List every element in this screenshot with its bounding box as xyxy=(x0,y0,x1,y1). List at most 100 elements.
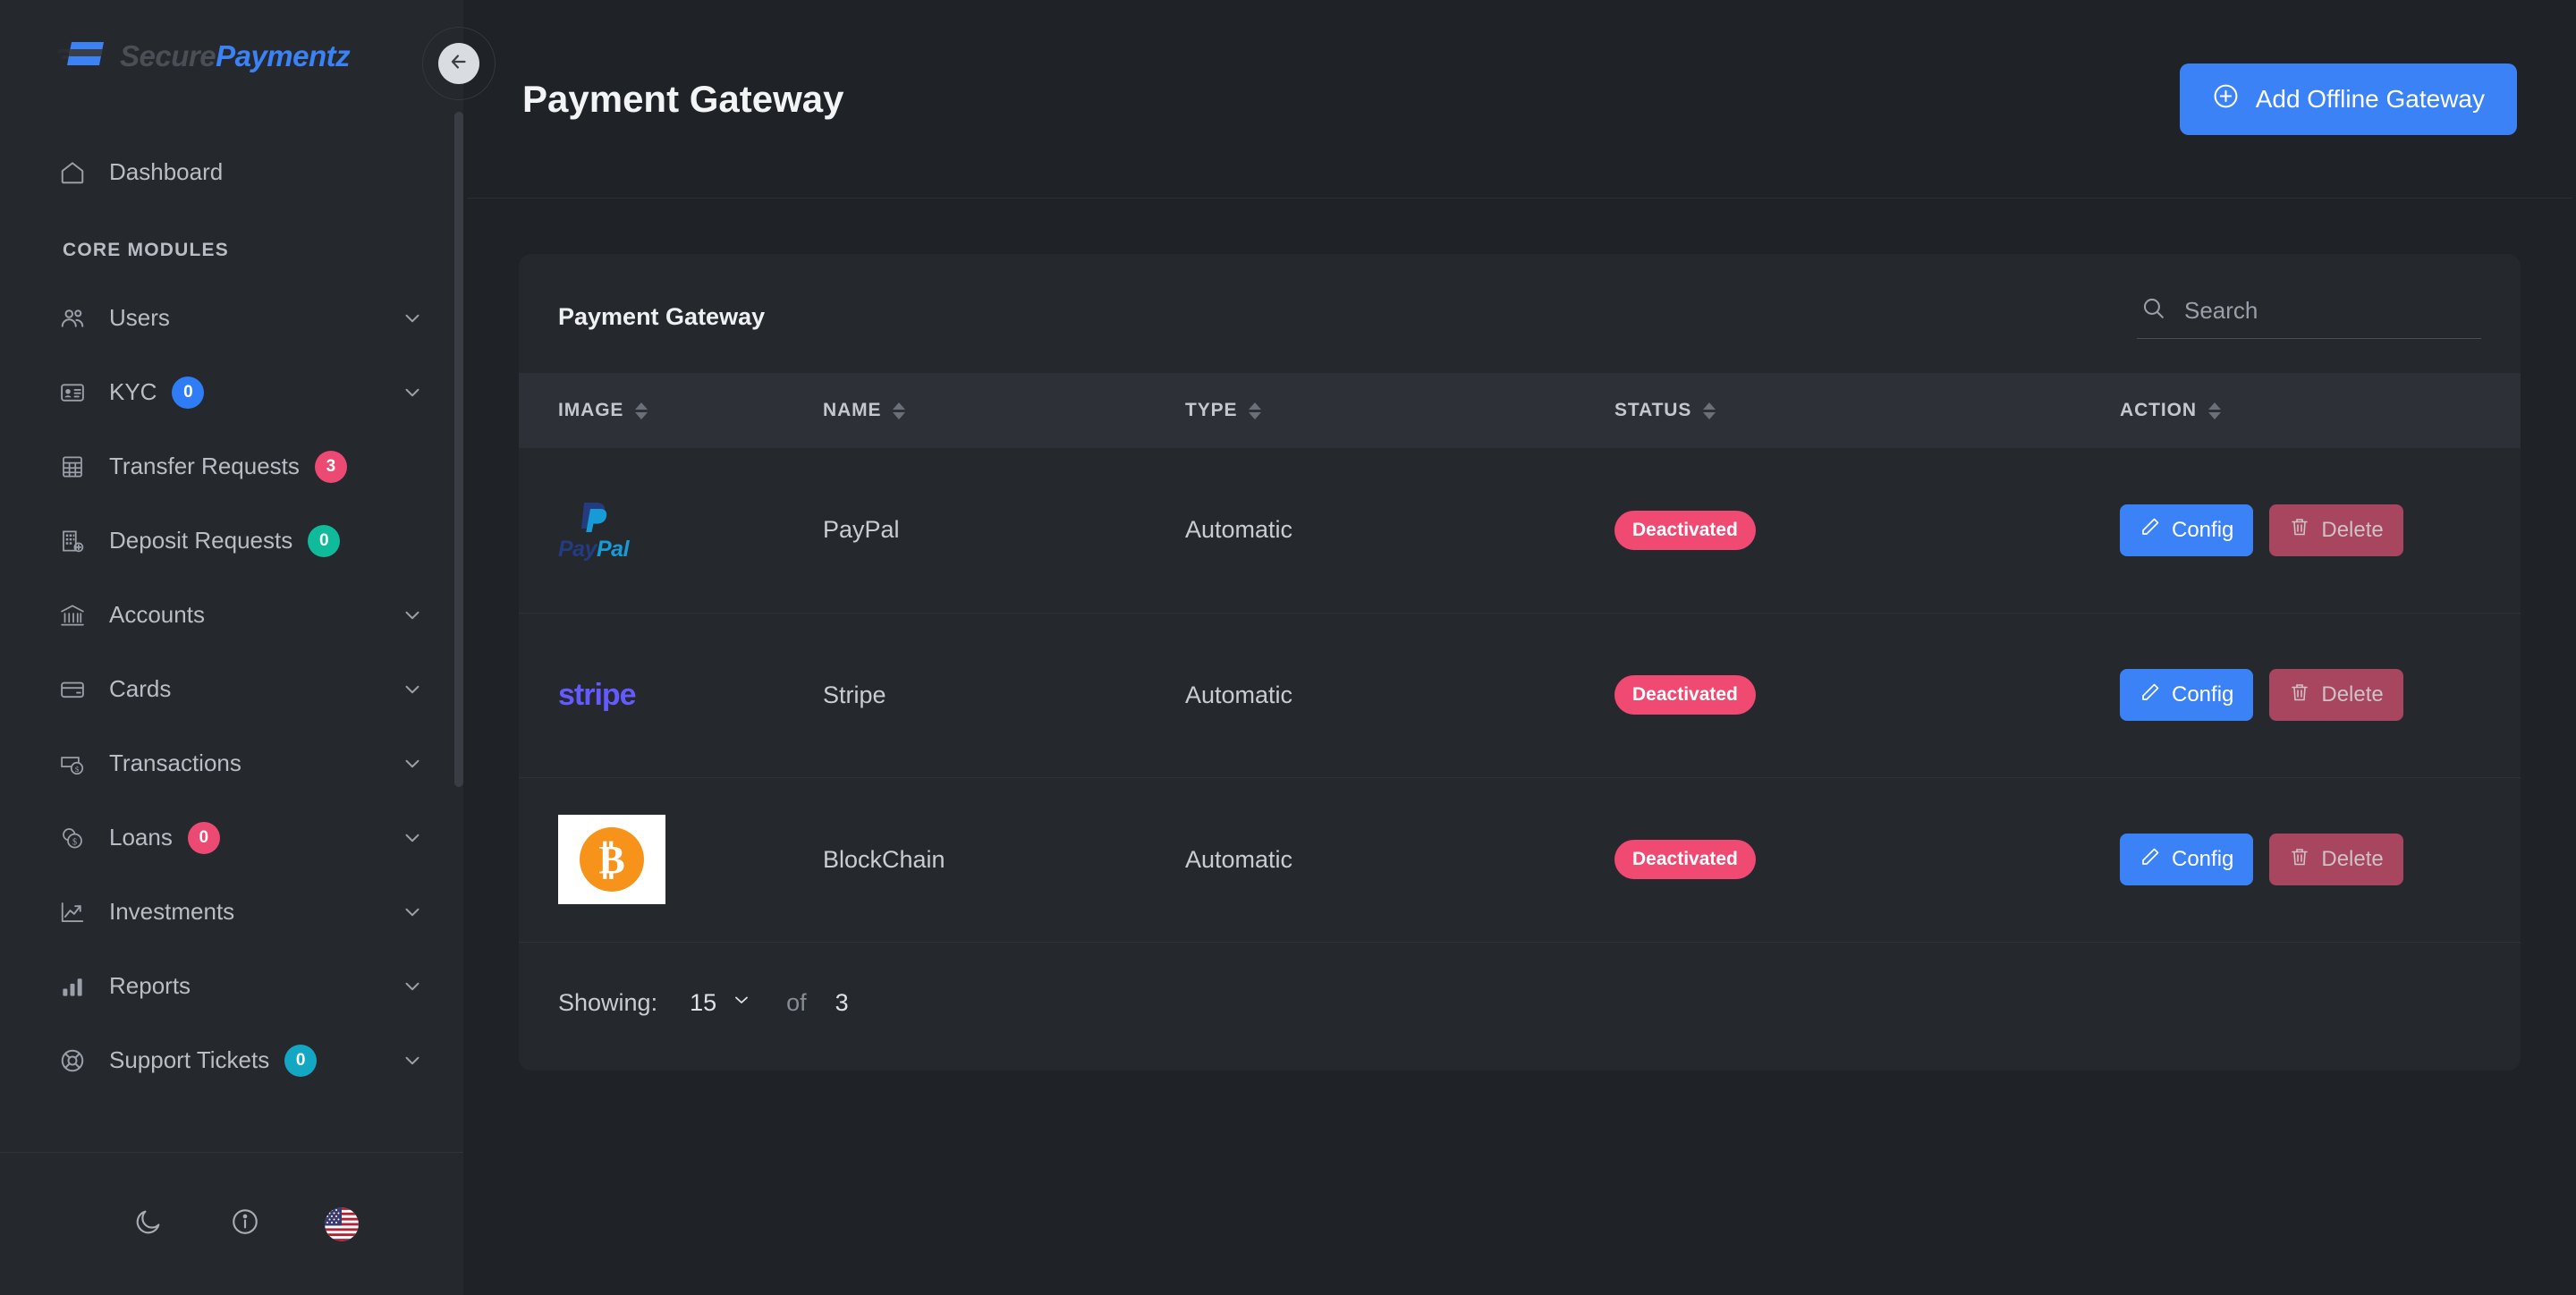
sidebar-badge-deposit-requests: 0 xyxy=(308,524,341,557)
page-size-value: 15 xyxy=(690,988,717,1016)
sidebar-item-dashboard[interactable]: Dashboard xyxy=(0,135,463,209)
cell-name: PayPal xyxy=(823,448,1185,614)
blockchain-logo-icon: ₿ xyxy=(558,815,823,904)
chevron-down-icon[interactable] xyxy=(401,752,424,775)
page-size-select[interactable]: 15 xyxy=(690,989,752,1017)
delete-button-label: Delete xyxy=(2321,682,2384,707)
chevron-down-icon[interactable] xyxy=(401,901,424,924)
sidebar-item-investments[interactable]: Investments xyxy=(0,875,463,949)
sidebar-item-label: Users xyxy=(109,304,170,331)
column-header-type-label: TYPE xyxy=(1185,400,1238,420)
credit-card-icon xyxy=(55,673,89,707)
sidebar-badge-support-tickets: 0 xyxy=(284,1044,318,1077)
status-badge: Deactivated xyxy=(1614,510,1756,550)
delete-button[interactable]: Delete xyxy=(2269,669,2403,721)
total-count: 3 xyxy=(835,988,849,1016)
chevron-down-icon[interactable] xyxy=(401,826,424,850)
config-button[interactable]: Config xyxy=(2120,834,2254,885)
us-flag-icon xyxy=(325,1206,359,1241)
svg-text:$: $ xyxy=(75,764,80,773)
sidebar-item-kyc[interactable]: KYC 0 xyxy=(0,355,463,429)
bar-chart-icon xyxy=(55,969,89,1003)
table-header-row: IMAGE NAME TYPE STATUS ACTION xyxy=(519,373,2521,448)
sidebar-item-transactions[interactable]: $ Transactions xyxy=(0,726,463,800)
search-input[interactable] xyxy=(2184,296,2478,325)
cell-status: Deactivated xyxy=(1614,613,2120,778)
info-button[interactable] xyxy=(197,1206,293,1241)
sidebar-item-support-tickets[interactable]: Support Tickets 0 xyxy=(0,1023,463,1097)
of-label: of xyxy=(786,988,807,1016)
sidebar-item-label: Reports xyxy=(109,972,191,999)
brand-text: SecurePaymentz xyxy=(120,39,351,73)
trash-icon xyxy=(2289,516,2310,544)
app-root: SecurePaymentz Dashboard CORE MODULES Us… xyxy=(0,0,2576,1295)
sidebar-item-cards[interactable]: Cards xyxy=(0,652,463,726)
chevron-down-icon[interactable] xyxy=(401,307,424,330)
column-header-status[interactable]: STATUS xyxy=(1614,373,2120,448)
trending-up-icon xyxy=(55,895,89,929)
config-button[interactable]: Config xyxy=(2120,669,2254,721)
svg-text:$: $ xyxy=(72,837,77,847)
card-title: Payment Gateway xyxy=(558,303,766,330)
language-selector[interactable] xyxy=(293,1206,390,1241)
grid-table-icon xyxy=(55,450,89,484)
table-footer: Showing: 15 of 3 xyxy=(519,943,2521,1071)
chevron-down-icon[interactable] xyxy=(401,678,424,701)
cell-status: Deactivated xyxy=(1614,777,2120,943)
sidebar-nav: Dashboard CORE MODULES Users KYC 0 Trans… xyxy=(0,112,463,1152)
moon-icon xyxy=(133,1206,164,1241)
id-card-icon xyxy=(55,376,89,410)
column-header-action-label: ACTION xyxy=(2120,400,2197,420)
brand-logo-area[interactable]: SecurePaymentz xyxy=(0,0,463,112)
column-header-name-label: NAME xyxy=(823,400,882,420)
sidebar-item-deposit-requests[interactable]: Deposit Requests 0 xyxy=(0,504,463,578)
sidebar-section-core-modules: CORE MODULES xyxy=(63,240,229,260)
column-header-image[interactable]: IMAGE xyxy=(519,373,823,448)
sort-icon[interactable] xyxy=(893,402,906,419)
cell-type: Automatic xyxy=(1185,613,1614,778)
sidebar-collapse-button[interactable] xyxy=(438,43,479,84)
sidebar-item-accounts[interactable]: Accounts xyxy=(0,578,463,652)
stripe-logo-icon: stripe xyxy=(558,677,637,712)
config-button[interactable]: Config xyxy=(2120,504,2254,556)
home-icon xyxy=(55,156,89,190)
bitcoin-icon: ₿ xyxy=(580,827,644,892)
payment-gateway-card: Payment Gateway IMAGE xyxy=(519,254,2521,1071)
delete-button[interactable]: Delete xyxy=(2269,834,2403,885)
sidebar-item-loans[interactable]: $ Loans 0 xyxy=(0,800,463,875)
sidebar-item-reports[interactable]: Reports xyxy=(0,949,463,1023)
column-header-action[interactable]: ACTION xyxy=(2120,373,2521,448)
cell-name: Stripe xyxy=(823,613,1185,778)
lifebuoy-icon xyxy=(55,1044,89,1078)
sidebar-item-label: Investments xyxy=(109,898,235,925)
sort-icon[interactable] xyxy=(635,402,648,419)
column-header-name[interactable]: NAME xyxy=(823,373,1185,448)
dark-mode-toggle[interactable] xyxy=(100,1206,197,1241)
sidebar-item-label: Loans xyxy=(109,824,173,851)
cell-action: Config Delete xyxy=(2120,613,2521,778)
sidebar-footer xyxy=(0,1152,463,1295)
config-button-label: Config xyxy=(2172,517,2234,542)
sidebar-item-users[interactable]: Users xyxy=(0,281,463,355)
config-button-label: Config xyxy=(2172,682,2234,707)
sort-icon[interactable] xyxy=(2207,402,2221,419)
column-header-type[interactable]: TYPE xyxy=(1185,373,1614,448)
delete-button[interactable]: Delete xyxy=(2269,504,2403,556)
money-exchange-icon: $ xyxy=(55,747,89,781)
sidebar-badge-loans: 0 xyxy=(187,821,220,854)
chevron-down-icon[interactable] xyxy=(401,604,424,627)
sort-icon[interactable] xyxy=(1703,402,1716,419)
users-icon xyxy=(55,301,89,335)
chevron-down-icon[interactable] xyxy=(401,381,424,404)
chevron-down-icon[interactable] xyxy=(401,1049,424,1072)
sidebar-collapse-ring xyxy=(422,27,496,100)
sidebar-item-transfer-requests[interactable]: Transfer Requests 3 xyxy=(0,429,463,504)
cell-image: ₿ xyxy=(519,777,823,943)
card-header: Payment Gateway xyxy=(519,254,2521,373)
showing-label: Showing: xyxy=(558,988,658,1016)
search-box[interactable] xyxy=(2137,295,2481,339)
sort-icon[interactable] xyxy=(1249,402,1262,419)
trash-icon xyxy=(2289,846,2310,874)
sidebar-item-label: Support Tickets xyxy=(109,1046,270,1073)
chevron-down-icon[interactable] xyxy=(401,975,424,998)
